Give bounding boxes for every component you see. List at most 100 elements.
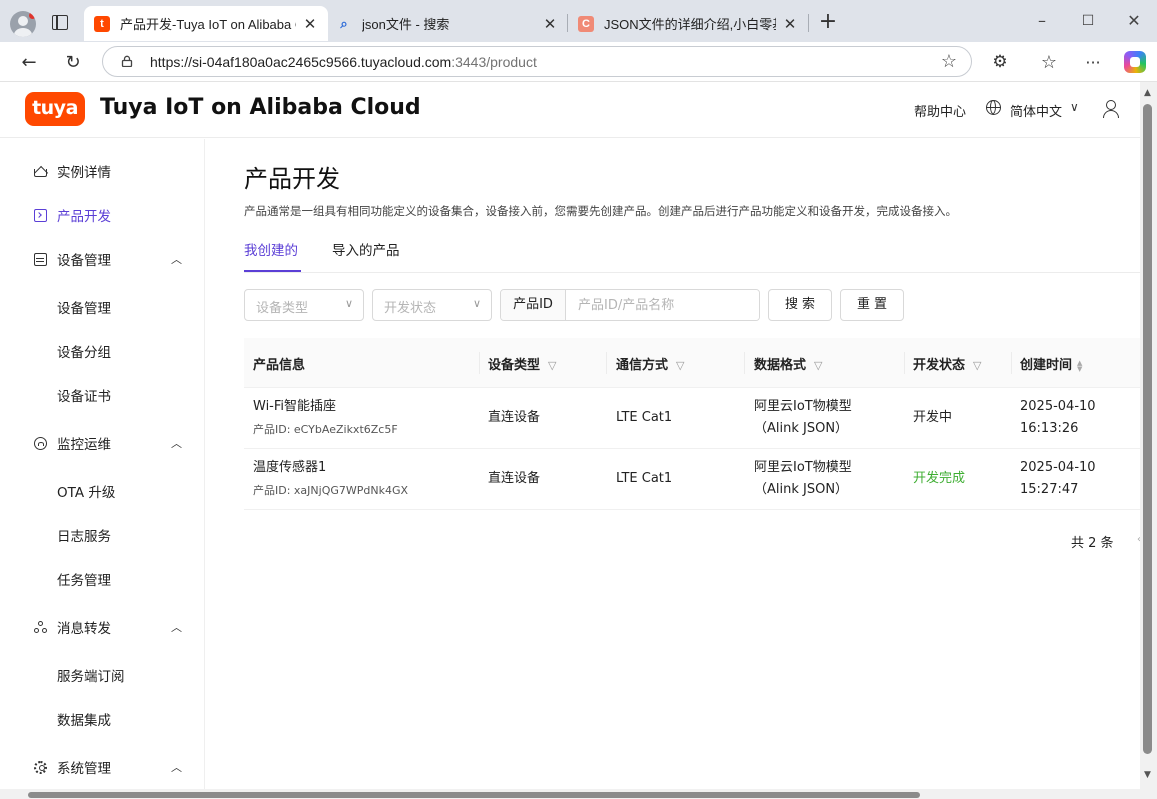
horizontal-scrollbar[interactable] — [0, 789, 1140, 799]
device-type: 直连设备 — [488, 471, 541, 486]
tab-imported[interactable]: 导入的产品 — [332, 239, 400, 259]
maximize-icon[interactable]: ☐ — [1068, 8, 1108, 34]
table-row[interactable]: 温度传感器1 产品ID: xaJNjQG7WPdNk4GX 直连设备 LTE C… — [244, 449, 1140, 510]
vertical-scrollbar[interactable]: ▲ ▼ — [1140, 82, 1157, 799]
close-tab-icon[interactable]: ✕ — [782, 15, 798, 33]
tab-active-indicator — [244, 270, 301, 272]
page-title: 产品开发 — [244, 165, 340, 193]
close-window-icon[interactable]: ✕ — [1114, 8, 1154, 34]
filter-icon[interactable]: ▽ — [814, 359, 822, 372]
tab-separator — [808, 14, 809, 32]
more-menu-icon[interactable]: ··· — [1079, 48, 1107, 76]
reload-icon[interactable]: ↻ — [59, 48, 87, 76]
sidebar-item-label: OTA 升级 — [57, 485, 116, 501]
product-name[interactable]: 温度传感器1 — [253, 457, 326, 479]
sidebar-item-label: 设备分组 — [57, 345, 111, 361]
device-type: 直连设备 — [488, 410, 541, 425]
chevron-up-icon: ︿ — [171, 253, 182, 266]
sidebar-group-system[interactable]: 系统管理 ︿ — [0, 745, 205, 789]
minimize-icon[interactable]: – — [1022, 8, 1062, 34]
csdn-favicon-icon: C — [578, 15, 594, 32]
sidebar-item-instance-details[interactable]: 实例详情 — [0, 149, 205, 193]
sidebar-item-label: 服务端订阅 — [57, 669, 125, 685]
browser-tab-active[interactable]: t 产品开发-Tuya IoT on Alibaba Cloud ✕ — [84, 6, 328, 41]
col-created-time[interactable]: 创建时间 ▲ ▼ — [1020, 354, 1082, 373]
sidebar: 实例详情 产品开发 设备管理 ︿ 设备管理 设备分组 设备证书 监控运维 ︿ O… — [0, 139, 205, 789]
sidebar-group-device-management[interactable]: 设备管理 ︿ — [0, 237, 205, 281]
col-comm: 通信方式 ▽ — [616, 358, 685, 373]
language-selector[interactable]: 简体中文 — [1010, 101, 1062, 120]
product-id: 产品ID: eCYbAeZikxt6Zc5F — [253, 423, 398, 436]
scroll-thumb[interactable] — [1143, 104, 1152, 754]
sidebar-item-product-dev[interactable]: 产品开发 — [0, 193, 205, 237]
browser-tab[interactable]: ⌕ json文件 - 搜索 ✕ — [326, 6, 568, 41]
sidebar-item-label: 数据集成 — [57, 713, 111, 729]
sidebar-item-device-groups[interactable]: 设备分组 — [0, 329, 205, 373]
sidebar-item-device-certs[interactable]: 设备证书 — [0, 373, 205, 417]
message-icon — [34, 620, 47, 634]
user-icon[interactable] — [1102, 99, 1119, 118]
sidebar-item-ota[interactable]: OTA 升级 — [0, 469, 205, 513]
app-header: tuya Tuya IoT on Alibaba Cloud 帮助中心 简体中文… — [0, 82, 1140, 138]
help-center-link[interactable]: 帮助中心 — [914, 101, 966, 120]
sidebar-item-data-integration[interactable]: 数据集成 — [0, 697, 205, 741]
main-content: 产品开发 产品通常是一组具有相同功能定义的设备集合，设备接入前，您需要先创建产品… — [205, 139, 1141, 789]
scroll-up-icon[interactable]: ▲ — [1144, 88, 1151, 98]
new-tab-icon[interactable]: + — [817, 10, 839, 36]
sidebar-item-label: 实例详情 — [57, 165, 111, 181]
favorite-star-icon[interactable]: ☆ — [941, 51, 957, 72]
close-tab-icon[interactable]: ✕ — [542, 15, 558, 33]
browser-tab[interactable]: C JSON文件的详细介绍,小白零基础 ✕ — [568, 6, 808, 41]
search-input[interactable] — [567, 290, 759, 320]
reset-button[interactable]: 重置 — [840, 289, 904, 321]
product-tabs: 我创建的 导入的产品 — [244, 235, 1140, 273]
filter-icon[interactable]: ▽ — [548, 359, 556, 372]
search-button[interactable]: 搜索 — [768, 289, 832, 321]
close-tab-icon[interactable]: ✕ — [302, 15, 318, 33]
comm-method: LTE Cat1 — [616, 410, 673, 425]
settings-icon — [34, 760, 47, 774]
sidebar-item-label: 设备管理 — [57, 253, 111, 269]
browser-toolbar: ← ↻ https://si-04af180a0ac2465c9566.tuya… — [0, 42, 1157, 82]
col-dev-status: 开发状态 ▽ — [913, 358, 982, 373]
chevron-down-icon: ∨ — [344, 297, 353, 310]
chevron-down-icon[interactable]: ∨ — [1070, 100, 1079, 114]
copilot-icon[interactable] — [1124, 51, 1146, 73]
tab-my-created[interactable]: 我创建的 — [244, 239, 298, 259]
sidebar-group-monitoring[interactable]: 监控运维 ︿ — [0, 421, 205, 465]
sidebar-item-label: 监控运维 — [57, 437, 111, 453]
globe-icon[interactable] — [986, 100, 1001, 115]
sidebar-item-label: 消息转发 — [57, 621, 111, 637]
sidebar-item-devices[interactable]: 设备管理 — [0, 285, 205, 329]
created-time: 16:13:26 — [1020, 421, 1079, 436]
sort-icon[interactable]: ▲ ▼ — [1077, 359, 1082, 372]
table-row[interactable]: Wi-Fi智能插座 产品ID: eCYbAeZikxt6Zc5F 直连设备 LT… — [244, 388, 1140, 449]
tab-actions-icon[interactable] — [52, 15, 68, 30]
product-id-search: 产品ID — [500, 289, 760, 321]
sidebar-item-server-subscription[interactable]: 服务端订阅 — [0, 653, 205, 697]
filter-icon[interactable]: ▽ — [973, 359, 981, 372]
pagination-total: 共 2 条 — [1071, 536, 1114, 551]
monitor-icon — [34, 436, 47, 450]
dev-status: 开发中 — [913, 410, 953, 425]
created-date: 2025-04-10 — [1020, 460, 1096, 475]
favorites-icon[interactable]: ☆ — [1035, 48, 1063, 76]
profile-avatar-icon[interactable] — [10, 11, 36, 37]
back-icon[interactable]: ← — [15, 48, 43, 76]
sidebar-item-tasks[interactable]: 任务管理 — [0, 557, 205, 601]
device-type-select[interactable]: 设备类型 ∨ — [244, 289, 364, 321]
sidebar-group-message-forwarding[interactable]: 消息转发 ︿ — [0, 605, 205, 649]
product-name[interactable]: Wi-Fi智能插座 — [253, 396, 336, 418]
lock-icon — [121, 55, 133, 67]
comm-method: LTE Cat1 — [616, 471, 673, 486]
sidebar-item-logs[interactable]: 日志服务 — [0, 513, 205, 557]
col-product-info: 产品信息 — [253, 358, 306, 373]
extensions-icon[interactable]: ⚙ — [986, 48, 1014, 76]
scroll-thumb[interactable] — [28, 792, 920, 798]
sidebar-item-label: 系统管理 — [57, 761, 111, 777]
address-bar[interactable]: https://si-04af180a0ac2465c9566.tuyaclou… — [102, 46, 972, 77]
scroll-down-icon[interactable]: ▼ — [1144, 770, 1151, 780]
tuya-logo[interactable]: tuya — [25, 92, 85, 126]
dev-status-select[interactable]: 开发状态 ∨ — [372, 289, 492, 321]
filter-icon[interactable]: ▽ — [676, 359, 684, 372]
